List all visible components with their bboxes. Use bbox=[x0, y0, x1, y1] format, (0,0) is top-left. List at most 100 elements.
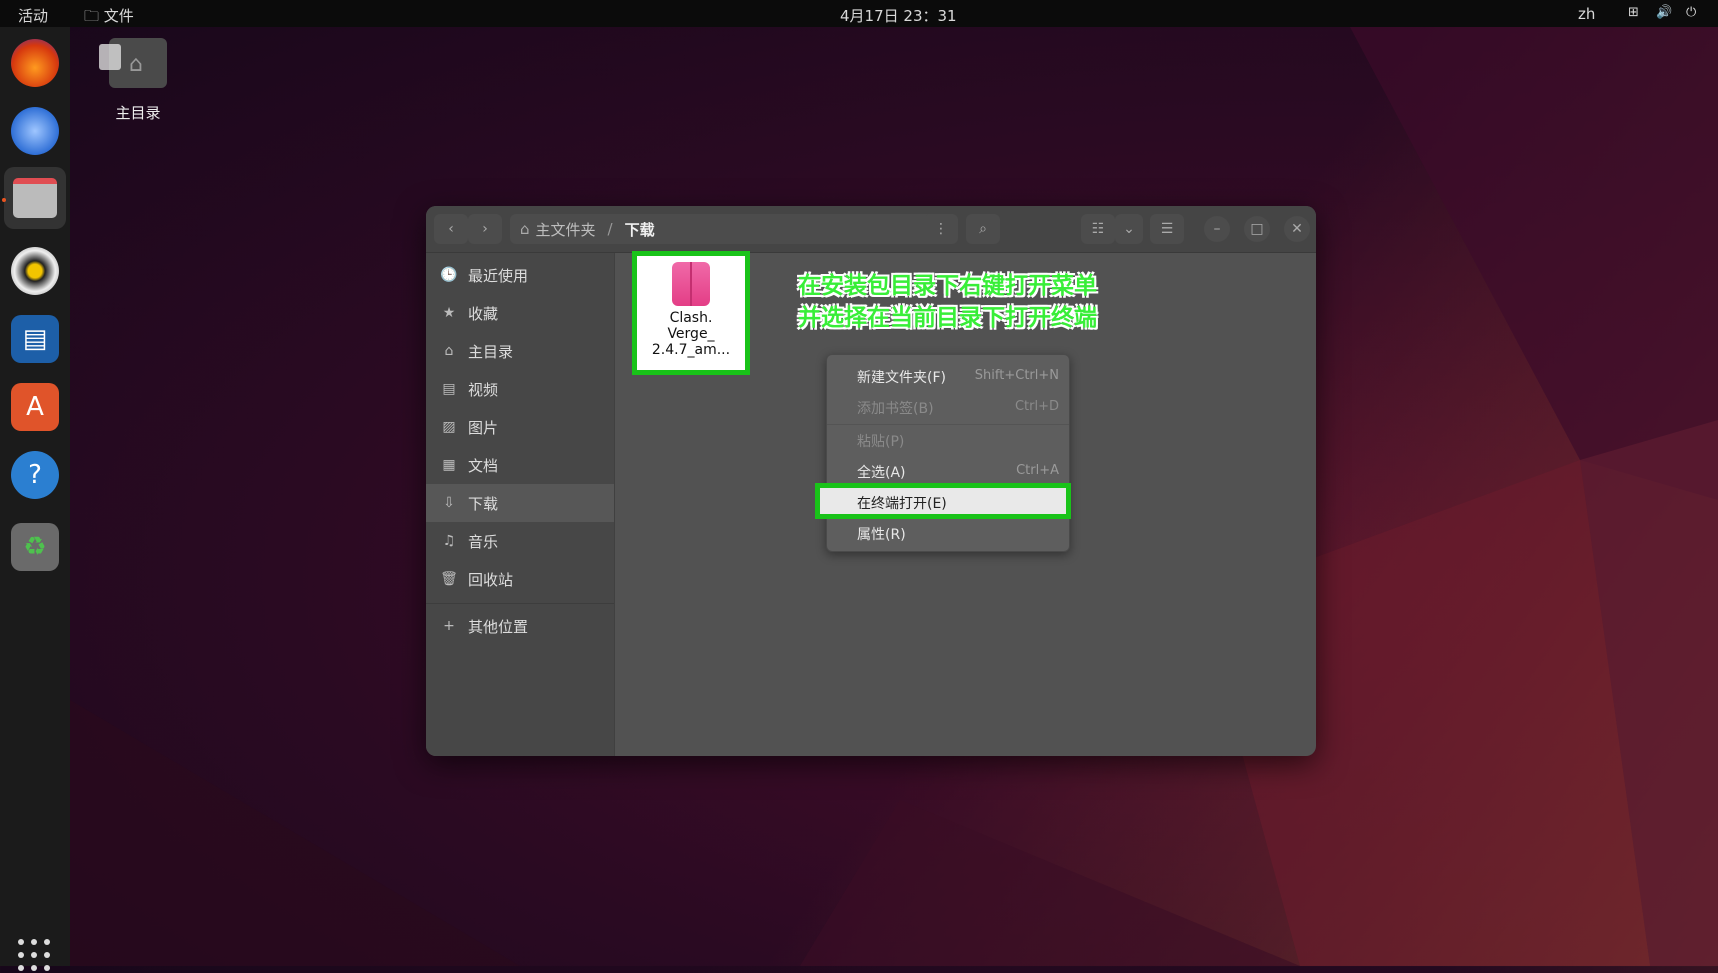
thunderbird-icon[interactable] bbox=[11, 107, 59, 155]
file-name-line1: Clash. bbox=[669, 310, 713, 326]
close-button[interactable]: ✕ bbox=[1284, 216, 1310, 242]
menu-item-open-in-terminal[interactable]: 在终端打开(E) bbox=[815, 483, 1071, 519]
clock[interactable]: 4月17日 23：31 bbox=[840, 5, 957, 26]
app-menu[interactable]: 🗀 文件 bbox=[84, 5, 134, 31]
menu-item-shortcut: Ctrl+A bbox=[1016, 463, 1059, 478]
maximize-button[interactable]: □ bbox=[1244, 216, 1270, 242]
chevron-down-icon: ⌄ bbox=[1123, 221, 1135, 237]
film-icon: ▤ bbox=[442, 381, 456, 397]
files-window: ‹ › ⌂ 主文件夹 / 下载 ⋮ ⌕ ☷ ⌄ ☰ – □ ✕ 🕒 最近使用 ★… bbox=[426, 206, 1316, 756]
sidebar-item-label: 回收站 bbox=[468, 570, 514, 589]
sidebar-item-label: 其他位置 bbox=[468, 617, 529, 636]
trash-icon: 🗑 bbox=[440, 571, 458, 587]
menu-item-label: 新建文件夹(F) bbox=[857, 370, 946, 386]
search-button[interactable]: ⌕ bbox=[966, 214, 1000, 244]
sidebar-item-label: 文档 bbox=[468, 456, 499, 475]
file-item-clash-verge[interactable]: Clash. Verge_ 2.4.7_am... bbox=[632, 251, 750, 375]
top-bar: 活动 🗀 文件 4月17日 23：31 zh ⊞ 🔊 ⏻ bbox=[0, 0, 1718, 27]
sidebar-item-trash[interactable]: 🗑 回收站 bbox=[426, 560, 614, 598]
help-icon[interactable]: ? bbox=[11, 451, 59, 499]
dock: ▤ A ? ♻ bbox=[0, 27, 70, 971]
view-options-button[interactable]: ⌄ bbox=[1115, 214, 1143, 244]
home-icon: ⌂ bbox=[444, 343, 454, 359]
instruction-annotation: 在安装包目录下右键打开菜单 并选择在当前目录下打开终端 bbox=[798, 270, 1218, 334]
star-icon: ★ bbox=[442, 305, 456, 321]
sidebar-item-recent[interactable]: 🕒 最近使用 bbox=[426, 256, 614, 294]
power-icon[interactable]: ⏻ bbox=[1686, 5, 1696, 20]
sidebar-item-downloads[interactable]: ⇩ 下载 bbox=[426, 484, 614, 522]
menu-item-label: 粘贴(P) bbox=[857, 434, 905, 450]
desktop-home-label: 主目录 bbox=[115, 104, 161, 122]
annotation-line1: 在安装包目录下右键打开菜单 bbox=[798, 273, 1097, 299]
plus-icon: + bbox=[443, 618, 455, 634]
sidebar-divider bbox=[426, 603, 614, 604]
more-vertical-icon: ⋮ bbox=[934, 221, 948, 237]
sidebar-item-label: 最近使用 bbox=[468, 266, 529, 285]
hamburger-icon: ☰ bbox=[1160, 221, 1174, 237]
network-icon[interactable]: ⊞ bbox=[1628, 5, 1639, 20]
back-button[interactable]: ‹ bbox=[434, 214, 468, 244]
view-list-button[interactable]: ☷ bbox=[1081, 214, 1115, 244]
menu-item-paste[interactable]: 粘贴(P) bbox=[827, 425, 1069, 455]
path-bar: ⌂ 主文件夹 / 下载 bbox=[510, 214, 950, 244]
input-method-indicator[interactable]: zh bbox=[1578, 5, 1595, 23]
files-dock-item[interactable] bbox=[4, 167, 66, 229]
firefox-icon[interactable] bbox=[11, 39, 59, 87]
trash-icon[interactable]: ♻ bbox=[11, 523, 59, 571]
sidebar-item-documents[interactable]: ▦ 文档 bbox=[426, 446, 614, 484]
sidebar-item-label: 音乐 bbox=[468, 532, 499, 551]
sidebar-item-pictures[interactable]: ▨ 图片 bbox=[426, 408, 614, 446]
menu-item-label: 全选(A) bbox=[857, 465, 906, 481]
sidebar: 🕒 最近使用 ★ 收藏 ⌂ 主目录 ▤ 视频 ▨ 图片 ▦ 文档 ⇩ 下载 ♫ bbox=[426, 253, 615, 756]
context-menu: 新建文件夹(F) Shift+Ctrl+N 添加书签(B) Ctrl+D 粘贴(… bbox=[815, 354, 1071, 552]
file-name-line2: Verge_ bbox=[667, 326, 715, 342]
minimize-button[interactable]: – bbox=[1204, 216, 1230, 242]
main-menu-button[interactable]: ☰ bbox=[1150, 214, 1184, 244]
running-indicator bbox=[2, 198, 6, 202]
music-icon: ♫ bbox=[442, 533, 456, 549]
path-home[interactable]: 主文件夹 bbox=[536, 219, 596, 240]
app-menu-label: 文件 bbox=[103, 7, 134, 25]
chevron-right-icon: › bbox=[482, 221, 488, 237]
package-icon bbox=[672, 262, 710, 306]
close-icon: ✕ bbox=[1291, 221, 1303, 237]
menu-item-label: 添加书签(B) bbox=[857, 401, 934, 417]
writer-icon[interactable]: ▤ bbox=[11, 315, 59, 363]
search-icon: ⌕ bbox=[979, 221, 987, 237]
activities-button[interactable]: 活动 bbox=[18, 5, 48, 26]
document-icon: ▦ bbox=[442, 457, 456, 473]
path-current[interactable]: 下载 bbox=[625, 219, 655, 240]
menu-item-select-all[interactable]: 全选(A) Ctrl+A bbox=[827, 456, 1069, 486]
sidebar-item-home[interactable]: ⌂ 主目录 bbox=[426, 332, 614, 370]
menu-item-shortcut: Ctrl+D bbox=[1014, 399, 1059, 414]
annotation-line2: 并选择在当前目录下打开终端 bbox=[798, 305, 1097, 331]
show-apps-icon[interactable] bbox=[18, 939, 52, 973]
software-center-icon[interactable]: A bbox=[11, 383, 59, 431]
sidebar-item-label: 收藏 bbox=[468, 304, 499, 323]
home-folder-icon: ⌂ bbox=[99, 38, 167, 88]
sidebar-item-music[interactable]: ♫ 音乐 bbox=[426, 522, 614, 560]
menu-item-label: 在终端打开(E) bbox=[857, 496, 947, 512]
sidebar-item-starred[interactable]: ★ 收藏 bbox=[426, 294, 614, 332]
rhythmbox-icon[interactable] bbox=[11, 247, 59, 295]
menu-item-add-bookmark[interactable]: 添加书签(B) Ctrl+D bbox=[827, 392, 1069, 422]
sidebar-item-label: 下载 bbox=[468, 494, 499, 513]
sidebar-item-other-locations[interactable]: + 其他位置 bbox=[426, 607, 614, 645]
path-menu-button[interactable]: ⋮ bbox=[924, 214, 958, 244]
clock-icon: 🕒 bbox=[440, 267, 458, 283]
forward-button[interactable]: › bbox=[468, 214, 502, 244]
volume-icon[interactable]: 🔊 bbox=[1656, 5, 1672, 20]
path-separator: / bbox=[607, 220, 613, 238]
files-icon bbox=[13, 178, 57, 218]
home-icon: ⌂ bbox=[520, 220, 530, 238]
sidebar-item-label: 图片 bbox=[468, 418, 499, 437]
menu-item-new-folder[interactable]: 新建文件夹(F) Shift+Ctrl+N bbox=[827, 361, 1069, 391]
image-icon: ▨ bbox=[442, 419, 456, 435]
folder-icon: 🗀 bbox=[84, 7, 100, 25]
minimize-icon: – bbox=[1213, 221, 1221, 237]
menu-item-properties[interactable]: 属性(R) bbox=[827, 518, 1069, 548]
header-bar: ‹ › ⌂ 主文件夹 / 下载 ⋮ ⌕ ☷ ⌄ ☰ – □ ✕ bbox=[426, 206, 1316, 253]
chevron-left-icon: ‹ bbox=[448, 221, 454, 237]
sidebar-item-videos[interactable]: ▤ 视频 bbox=[426, 370, 614, 408]
desktop-home-folder[interactable]: ⌂ 主目录 bbox=[88, 38, 188, 123]
